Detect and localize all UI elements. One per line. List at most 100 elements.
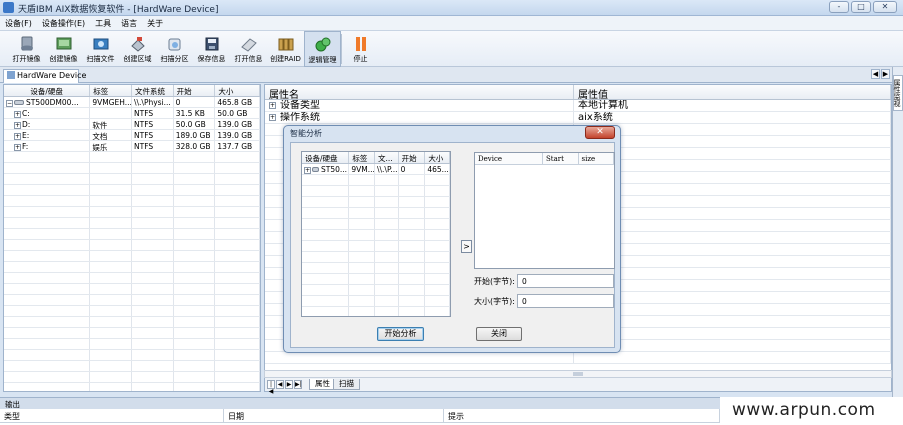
- output-title: 输出: [0, 398, 720, 409]
- menu-device[interactable]: 设备(F): [0, 16, 37, 30]
- menu-language[interactable]: 语言: [116, 16, 142, 30]
- table-row[interactable]: + C: NTFS 31.5 KB 50.0 GB: [4, 108, 260, 119]
- column-result-start[interactable]: Start: [543, 153, 579, 164]
- column-result-size[interactable]: size: [579, 153, 614, 164]
- prev-sheet-icon[interactable]: ◀: [276, 380, 284, 389]
- create-image-button[interactable]: 创建镜像: [45, 31, 82, 67]
- save-info-button[interactable]: 保存信息: [193, 31, 230, 67]
- empty-cell: [90, 229, 132, 239]
- empty-cell: [90, 273, 132, 283]
- logic-manage-button[interactable]: 逻辑管理: [304, 31, 341, 67]
- empty-row: [302, 296, 450, 307]
- open-info-button[interactable]: 打开信息: [230, 31, 267, 67]
- empty-cell: [4, 317, 91, 327]
- empty-cell: [4, 295, 91, 305]
- expand-toggle-icon[interactable]: +: [14, 122, 21, 129]
- empty-cell: [349, 241, 375, 251]
- dialog-column-size[interactable]: 大小: [425, 152, 450, 163]
- expand-toggle-icon[interactable]: +: [14, 111, 21, 118]
- expand-toggle-icon[interactable]: +: [269, 102, 276, 109]
- empty-cell: [349, 175, 375, 185]
- column-label[interactable]: 标签: [90, 85, 132, 96]
- column-property-value[interactable]: 属性值: [574, 85, 891, 101]
- empty-cell: [375, 230, 399, 240]
- start-bytes-input[interactable]: 0: [517, 274, 614, 288]
- dialog-title: 智能分析: [290, 129, 322, 138]
- create-raid-button[interactable]: 创建RAID: [267, 31, 304, 67]
- tab-hardware-device[interactable]: HardWare Device: [3, 69, 86, 83]
- table-row[interactable]: + E: 文档 NTFS 189.0 GB 139.0 GB: [4, 130, 260, 141]
- property-monitor-tab[interactable]: 属性监视: [893, 75, 903, 111]
- empty-cell: [132, 372, 174, 382]
- menu-about[interactable]: 关于: [142, 16, 168, 30]
- column-device[interactable]: 设备/硬盘: [4, 85, 91, 96]
- empty-row: [4, 284, 260, 295]
- property-row[interactable]: + 操作系统 aix系统: [265, 112, 891, 124]
- empty-cell: [215, 317, 260, 327]
- empty-row: [4, 328, 260, 339]
- dialog-close-icon[interactable]: ✕: [585, 126, 615, 139]
- dialog-column-label[interactable]: 标签: [349, 152, 375, 163]
- table-row[interactable]: + ST50... 9VM... \\.\P... 0 465....: [302, 164, 450, 175]
- empty-cell: [174, 185, 216, 195]
- column-date[interactable]: 日期: [224, 409, 444, 422]
- open-image-button[interactable]: 打开镜像: [8, 31, 45, 67]
- empty-row: [4, 262, 260, 273]
- horizontal-scrollbar[interactable]: [264, 370, 892, 378]
- table-row[interactable]: + F: 娱乐 NTFS 328.0 GB 137.7 GB: [4, 141, 260, 152]
- dialog-column-filesystem[interactable]: 文...: [375, 152, 399, 163]
- size-bytes-input[interactable]: 0: [517, 294, 614, 308]
- close-window-button[interactable]: ✕: [873, 1, 897, 13]
- empty-row: [4, 251, 260, 262]
- empty-cell: [132, 240, 174, 250]
- tab-properties[interactable]: 属性: [309, 379, 336, 390]
- move-right-button[interactable]: >: [461, 240, 472, 253]
- column-tip[interactable]: 提示: [444, 409, 720, 422]
- menu-device-operation[interactable]: 设备操作(E): [37, 16, 90, 30]
- column-property-name[interactable]: 属性名: [265, 85, 575, 101]
- minimize-button[interactable]: -: [829, 1, 849, 13]
- empty-cell: [215, 152, 260, 162]
- dialog-column-device[interactable]: 设备/硬盘: [302, 152, 350, 163]
- empty-cell: [4, 350, 91, 360]
- start-analysis-button[interactable]: 开始分析: [377, 327, 424, 341]
- menu-tools[interactable]: 工具: [90, 16, 116, 30]
- empty-cell: [399, 219, 426, 229]
- scrollbar-thumb[interactable]: [573, 372, 583, 376]
- next-sheet-icon[interactable]: ▶: [285, 380, 293, 389]
- expand-toggle-icon[interactable]: +: [269, 114, 276, 121]
- empty-cell: [4, 185, 91, 195]
- empty-cell: [302, 296, 350, 306]
- tab-scan[interactable]: 扫描: [333, 379, 360, 390]
- expand-toggle-icon[interactable]: −: [6, 100, 13, 107]
- property-row[interactable]: + 设备类型 本地计算机: [265, 100, 891, 112]
- empty-cell: [90, 251, 132, 261]
- stop-button[interactable]: 停止: [342, 31, 379, 67]
- last-sheet-icon[interactable]: ▶|: [294, 380, 302, 389]
- tab-scroll-left-icon[interactable]: ◀: [871, 69, 880, 79]
- empty-cell: [132, 295, 174, 305]
- column-start[interactable]: 开始: [174, 85, 216, 96]
- create-region-button[interactable]: 创建区域: [119, 31, 156, 67]
- maximize-button[interactable]: □: [851, 1, 871, 13]
- first-sheet-icon[interactable]: |◀: [267, 380, 275, 395]
- column-type[interactable]: 类型: [0, 409, 224, 422]
- expand-toggle-icon[interactable]: +: [14, 144, 21, 151]
- dialog-column-start[interactable]: 开始: [399, 152, 426, 163]
- table-row[interactable]: − ST500DM00... 9VMGEH... \\.\Physi... 0 4…: [4, 97, 260, 108]
- column-result-device[interactable]: Device: [475, 153, 543, 164]
- tab-scroll-right-icon[interactable]: ▶: [881, 69, 890, 79]
- start-bytes-label: 开始(字节):: [474, 277, 515, 286]
- empty-cell: [349, 285, 375, 295]
- expand-toggle-icon[interactable]: +: [304, 167, 311, 174]
- table-row[interactable]: + D: 软件 NTFS 50.0 GB 139.0 GB: [4, 119, 260, 130]
- expand-toggle-icon[interactable]: +: [14, 133, 21, 140]
- scan-files-button[interactable]: 扫描文件: [82, 31, 119, 67]
- column-size[interactable]: 大小: [215, 85, 260, 96]
- scan-partition-button[interactable]: 扫描分区: [156, 31, 193, 67]
- empty-cell: [425, 186, 450, 196]
- empty-cell: [399, 175, 426, 185]
- column-filesystem[interactable]: 文件系统: [132, 85, 174, 96]
- empty-row: [4, 229, 260, 240]
- dialog-close-button[interactable]: 关闭: [476, 327, 522, 341]
